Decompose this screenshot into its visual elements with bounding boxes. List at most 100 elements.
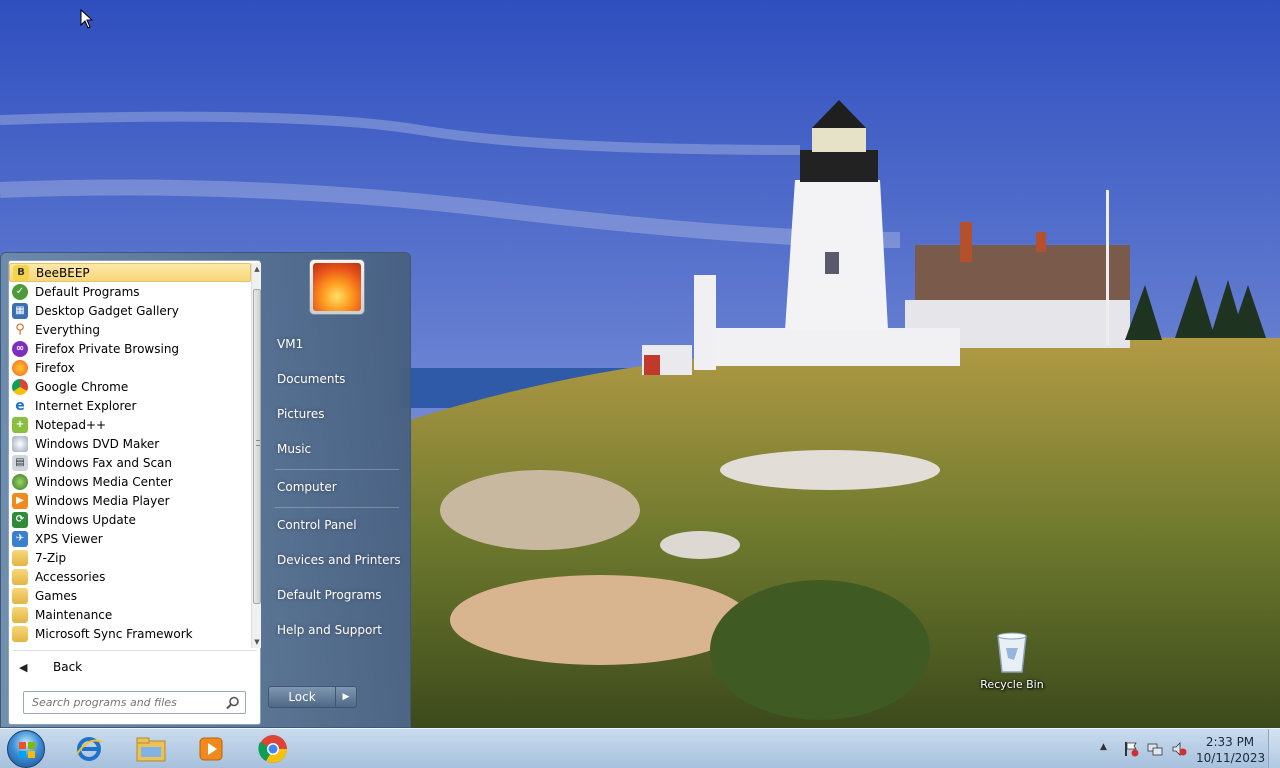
taskbar-windows-media-player[interactable] — [184, 731, 238, 767]
start-menu-places-pane: VM1 Documents Pictures Music Computer Co… — [263, 253, 411, 729]
place-user-folder[interactable]: VM1 — [277, 337, 303, 351]
place-pictures[interactable]: Pictures — [277, 407, 325, 421]
program-item-xps-viewer[interactable]: ✈ XPS Viewer — [9, 529, 251, 548]
user-account-picture[interactable] — [309, 259, 365, 315]
program-label: Games — [35, 588, 77, 603]
program-label: Windows DVD Maker — [35, 436, 160, 451]
recycle-bin-desktop-icon[interactable]: Recycle Bin — [976, 628, 1048, 691]
programs-scrollbar[interactable]: ▲ ▼ — [251, 263, 261, 648]
program-label: BeeBEEP — [36, 265, 90, 280]
program-label: Microsoft Sync Framework — [35, 626, 193, 641]
program-label: Everything — [35, 322, 100, 337]
program-item-desktop-gadget-gallery[interactable]: ▦ Desktop Gadget Gallery — [9, 301, 251, 320]
search-icon — [226, 696, 239, 710]
program-label: Google Chrome — [35, 379, 129, 394]
system-clock[interactable]: 2:33 PM 10/11/2023 — [1196, 734, 1266, 766]
program-folder-7-zip[interactable]: 7-Zip — [9, 548, 251, 567]
program-folder-microsoft-sync-framework[interactable]: Microsoft Sync Framework — [9, 624, 251, 643]
windows-explorer-icon — [136, 737, 166, 762]
dvd-maker-icon — [12, 435, 28, 452]
divider — [275, 469, 399, 470]
program-label: Accessories — [35, 569, 106, 584]
program-item-windows-update[interactable]: ⟳ Windows Update — [9, 510, 251, 529]
program-label: Desktop Gadget Gallery — [35, 303, 179, 318]
place-default-programs[interactable]: Default Programs — [277, 588, 382, 602]
taskbar-windows-explorer[interactable] — [124, 731, 178, 767]
program-label: Default Programs — [35, 284, 140, 299]
program-label: Firefox — [35, 360, 75, 375]
program-item-google-chrome[interactable]: Google Chrome — [9, 377, 251, 396]
recycle-bin-label: Recycle Bin — [980, 678, 1044, 691]
start-search-box[interactable] — [23, 691, 246, 714]
place-control-panel[interactable]: Control Panel — [277, 518, 357, 532]
place-help-and-support[interactable]: Help and Support — [277, 623, 382, 637]
program-folder-maintenance[interactable]: Maintenance — [9, 605, 251, 624]
internet-explorer-icon: e — [15, 397, 25, 414]
flower-icon — [313, 263, 361, 311]
place-devices-and-printers[interactable]: Devices and Printers — [277, 553, 401, 567]
show-desktop-button[interactable] — [1268, 729, 1280, 768]
action-center-flag-icon[interactable] — [1123, 741, 1139, 757]
folder-icon — [12, 587, 28, 604]
taskbar-internet-explorer[interactable] — [62, 731, 116, 767]
mouse-cursor-icon — [80, 8, 94, 29]
program-item-beebeep[interactable]: B BeeBEEP — [9, 263, 251, 282]
program-item-windows-dvd-maker[interactable]: Windows DVD Maker — [9, 434, 251, 453]
scroll-up-arrow-icon[interactable]: ▲ — [252, 263, 262, 275]
program-label: Windows Media Player — [35, 493, 170, 508]
start-menu: B BeeBEEP ✓ Default Programs ▦ Desktop G… — [0, 252, 411, 728]
firefox-private-icon: ∞ — [12, 340, 28, 357]
scroll-down-arrow-icon[interactable]: ▼ — [252, 636, 262, 648]
chrome-icon — [12, 378, 28, 395]
program-item-windows-media-player[interactable]: ▶ Windows Media Player — [9, 491, 251, 510]
clock-date: 10/11/2023 — [1196, 751, 1266, 765]
taskbar-google-chrome[interactable] — [246, 731, 300, 767]
back-button[interactable]: ◀ Back — [19, 656, 82, 678]
program-label: Notepad++ — [35, 417, 107, 432]
scrollbar-thumb[interactable] — [253, 289, 261, 604]
program-item-firefox[interactable]: Firefox — [9, 358, 251, 377]
back-arrow-icon: ◀ — [19, 660, 28, 674]
search-input[interactable] — [24, 692, 224, 713]
program-label: Windows Update — [35, 512, 136, 527]
show-hidden-icons-icon[interactable]: ▲ — [1100, 742, 1107, 752]
start-button[interactable] — [7, 730, 45, 768]
program-label: 7-Zip — [35, 550, 67, 565]
program-item-internet-explorer[interactable]: e Internet Explorer — [9, 396, 251, 415]
program-label: Windows Fax and Scan — [35, 455, 173, 470]
gadget-gallery-icon: ▦ — [12, 302, 28, 319]
divider — [275, 507, 399, 508]
notepad-plus-plus-icon: + — [12, 416, 28, 433]
program-item-default-programs[interactable]: ✓ Default Programs — [9, 282, 251, 301]
all-programs-list: B BeeBEEP ✓ Default Programs ▦ Desktop G… — [9, 261, 251, 648]
place-documents[interactable]: Documents — [277, 372, 345, 386]
clock-time: 2:33 PM — [1205, 735, 1255, 749]
everything-search-icon: ⚲ — [15, 322, 25, 337]
fax-scan-icon: ▤ — [12, 454, 28, 471]
divider — [13, 650, 257, 651]
network-icon[interactable] — [1147, 741, 1163, 757]
media-player-icon — [199, 737, 223, 761]
windows-logo-icon — [19, 742, 35, 758]
recycle-bin-icon — [992, 628, 1032, 676]
windows-update-icon: ⟳ — [12, 511, 28, 528]
internet-explorer-icon — [76, 737, 103, 761]
program-item-notepad-plus-plus[interactable]: + Notepad++ — [9, 415, 251, 434]
program-label: Firefox Private Browsing — [35, 341, 180, 356]
place-music[interactable]: Music — [277, 442, 311, 456]
lock-button[interactable]: Lock — [268, 686, 336, 708]
media-player-icon: ▶ — [12, 492, 28, 509]
shutdown-options-arrow-icon[interactable]: ▶ — [335, 686, 357, 708]
program-item-firefox-private-browsing[interactable]: ∞ Firefox Private Browsing — [9, 339, 251, 358]
program-item-windows-media-center[interactable]: Windows Media Center — [9, 472, 251, 491]
program-item-everything[interactable]: ⚲ Everything — [9, 320, 251, 339]
place-computer[interactable]: Computer — [277, 480, 337, 494]
media-center-icon — [12, 473, 28, 490]
program-folder-games[interactable]: Games — [9, 586, 251, 605]
volume-muted-icon[interactable] — [1171, 741, 1187, 757]
xps-viewer-icon: ✈ — [12, 530, 28, 547]
program-folder-accessories[interactable]: Accessories — [9, 567, 251, 586]
chrome-icon — [258, 735, 287, 763]
program-item-windows-fax-and-scan[interactable]: ▤ Windows Fax and Scan — [9, 453, 251, 472]
program-label: Windows Media Center — [35, 474, 173, 489]
